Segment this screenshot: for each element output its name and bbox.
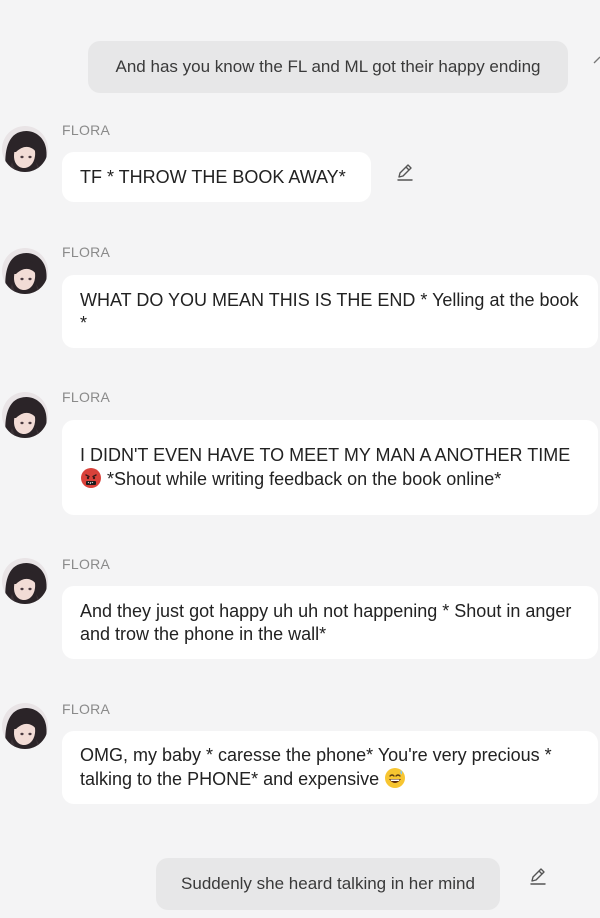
bot-message-text: I DIDN'T EVEN HAVE TO MEET MY MAN A ANOT… [80, 445, 571, 489]
character-name: FLORA [62, 244, 111, 260]
bot-message-bubble: And they just got happy uh uh not happen… [62, 586, 598, 659]
user-message-text: And has you know the FL and ML got their… [115, 57, 541, 76]
flora-avatar[interactable] [2, 558, 48, 604]
user-message-text: Suddenly she heard talking in her mind [181, 874, 475, 893]
bot-message-text: OMG, my baby * caresse the phone* You're… [80, 745, 552, 789]
bot-message-bubble: OMG, my baby * caresse the phone* You're… [62, 731, 598, 804]
pencil-edit-icon[interactable] [395, 162, 415, 182]
flora-avatar[interactable] [2, 392, 48, 438]
bot-message-text: And they just got happy uh uh not happen… [80, 600, 572, 644]
flora-avatar[interactable] [2, 248, 48, 294]
user-message-bubble: Suddenly she heard talking in her mind [156, 858, 500, 910]
pencil-edit-icon[interactable] [528, 866, 548, 886]
character-name: FLORA [62, 122, 111, 138]
bot-message-bubble: I DIDN'T EVEN HAVE TO MEET MY MAN A ANOT… [62, 420, 598, 515]
flora-avatar[interactable] [2, 126, 48, 172]
bot-message-bubble: WHAT DO YOU MEAN THIS IS THE END * Yelli… [62, 275, 598, 348]
bot-message-text: WHAT DO YOU MEAN THIS IS THE END * Yelli… [80, 289, 579, 333]
flora-avatar[interactable] [2, 703, 48, 749]
angry-cursing-emoji [81, 468, 101, 488]
grinning-sweat-emoji [385, 768, 406, 788]
character-name: FLORA [62, 701, 111, 717]
bot-message-text: TF * THROW THE BOOK AWAY* [80, 166, 346, 187]
user-message-bubble: And has you know the FL and ML got their… [88, 41, 568, 93]
edit-icon-partial[interactable] [593, 56, 600, 64]
character-name: FLORA [62, 556, 111, 572]
character-name: FLORA [62, 389, 111, 405]
bot-message-bubble: TF * THROW THE BOOK AWAY* [62, 152, 371, 202]
